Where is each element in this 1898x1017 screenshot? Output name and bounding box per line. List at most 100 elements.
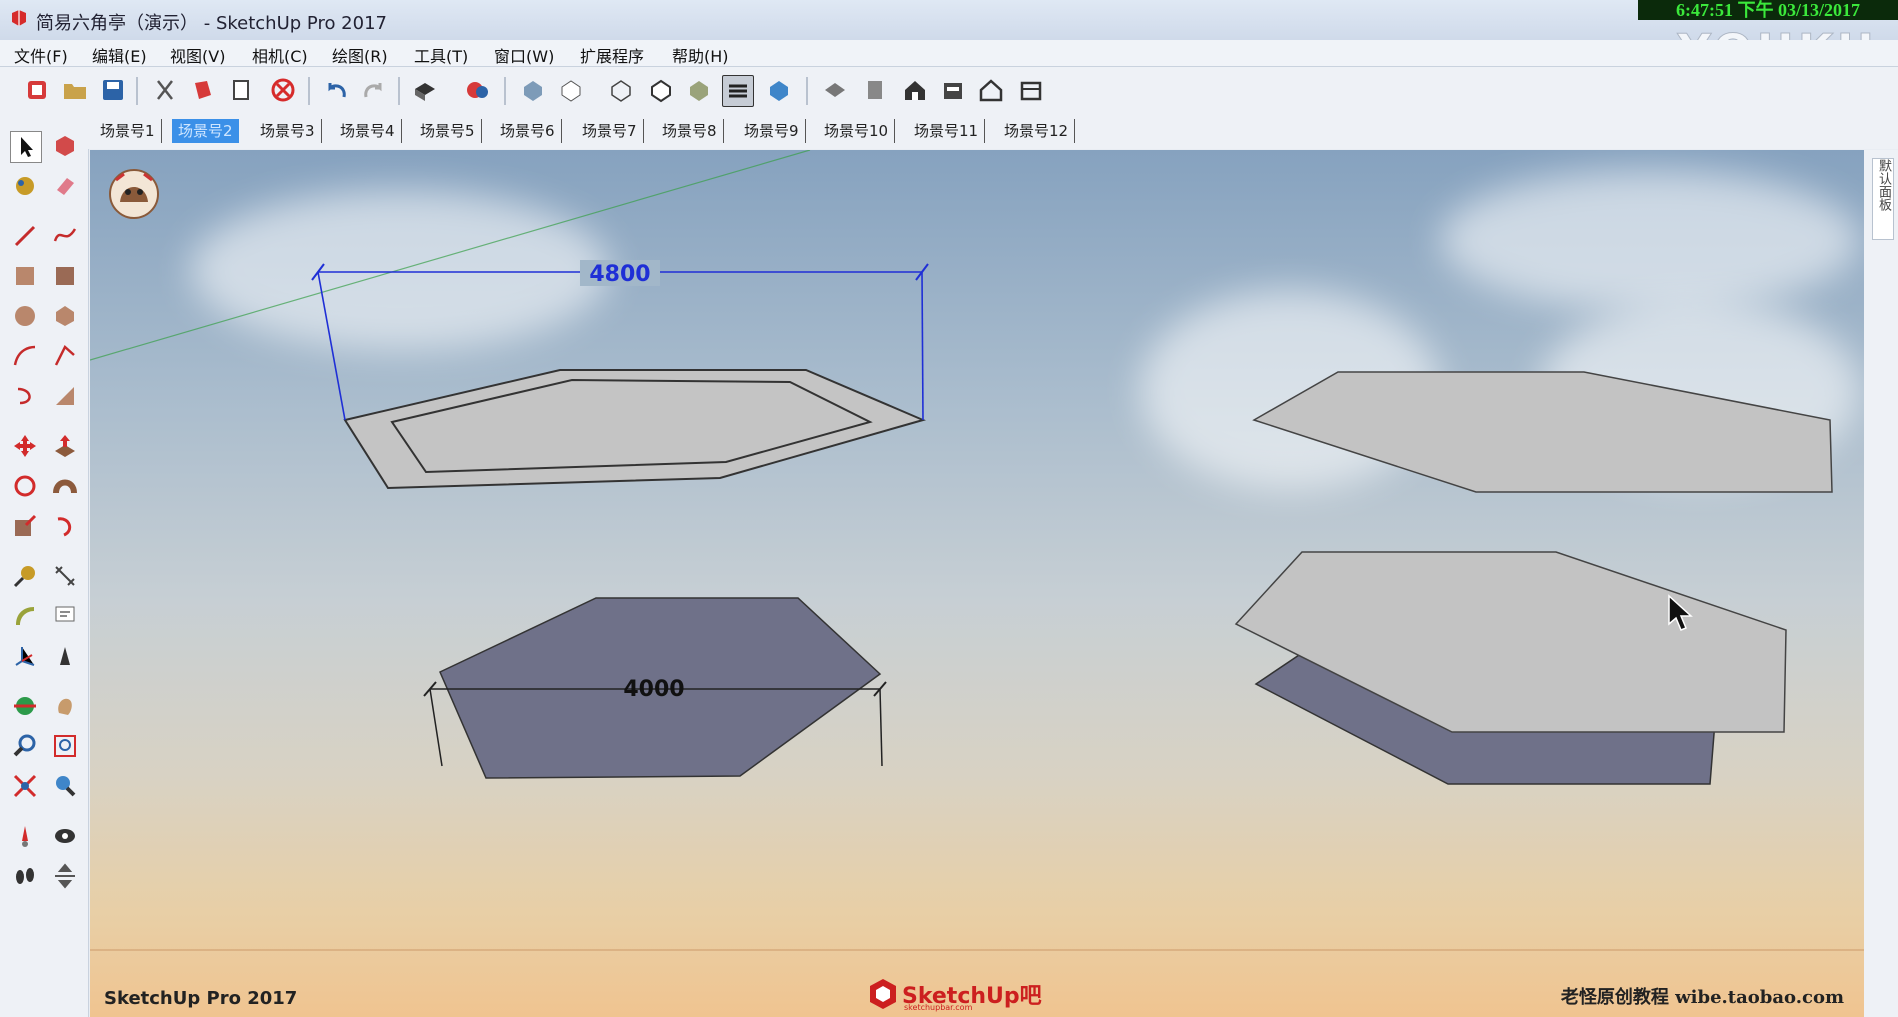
- hexagon-slab-right-top: [1252, 371, 1833, 493]
- position-camera-icon[interactable]: [10, 821, 40, 851]
- right-view-icon[interactable]: [938, 75, 968, 105]
- new-file-icon[interactable]: [22, 75, 52, 105]
- menu-help[interactable]: 帮助(H): [672, 43, 729, 67]
- select-tool-icon[interactable]: [10, 131, 42, 163]
- walk-tool-icon[interactable]: [10, 861, 40, 891]
- hexagon-slab-upper-left: [343, 369, 926, 490]
- pan-tool-icon[interactable]: [50, 691, 80, 721]
- mouse-cursor-icon: [1668, 594, 1693, 631]
- freehand-icon[interactable]: [50, 221, 80, 251]
- print-icon[interactable]: [410, 75, 440, 105]
- tab-scene-3[interactable]: 场景号3: [254, 119, 322, 143]
- model-geometry: 4800 4000: [90, 150, 1864, 951]
- back-view-icon[interactable]: [976, 75, 1006, 105]
- cut-icon[interactable]: [150, 75, 180, 105]
- copy-icon[interactable]: [188, 75, 218, 105]
- tab-scene-9[interactable]: 场景号9: [738, 119, 806, 143]
- xray-icon[interactable]: [518, 75, 548, 105]
- footer-tutorial-credit: 老怪原创教程 wibe.taobao.com: [1560, 987, 1844, 1008]
- polygon-tool-icon[interactable]: [50, 301, 80, 331]
- open-folder-icon[interactable]: [60, 75, 90, 105]
- shaded-textures-icon[interactable]: [722, 75, 754, 107]
- redo-icon[interactable]: [358, 75, 388, 105]
- protractor-icon[interactable]: [10, 601, 40, 631]
- model-info-icon[interactable]: [462, 75, 492, 105]
- previous-view-icon[interactable]: [50, 771, 80, 801]
- rotated-rectangle-icon[interactable]: [50, 261, 80, 291]
- zoom-tool-icon[interactable]: [10, 731, 40, 761]
- menu-window[interactable]: 窗口(W): [494, 43, 554, 67]
- scale-tool-icon[interactable]: [10, 511, 40, 541]
- text-tool-icon[interactable]: [50, 601, 80, 631]
- hidden-line-icon[interactable]: [646, 75, 676, 105]
- default-tray-tab[interactable]: 默认面板: [1872, 158, 1894, 240]
- rotate-tool-icon[interactable]: [10, 471, 40, 501]
- top-view-icon[interactable]: [860, 75, 890, 105]
- menu-view[interactable]: 视图(V): [170, 43, 225, 67]
- axes-tool-icon[interactable]: [10, 641, 40, 671]
- rectangle-tool-icon[interactable]: [10, 261, 40, 291]
- line-tool-icon[interactable]: [10, 221, 40, 251]
- erase-icon[interactable]: [268, 75, 298, 105]
- window-title: 简易六角亭（演示） - SketchUp Pro 2017: [36, 13, 387, 34]
- menu-camera[interactable]: 相机(C): [252, 43, 308, 67]
- pie-tool-icon[interactable]: [50, 381, 80, 411]
- menu-draw[interactable]: 绘图(R): [332, 43, 388, 67]
- orbit-tool-icon[interactable]: [10, 691, 40, 721]
- dimension-extension-right-bottom: [879, 688, 883, 767]
- monochrome-icon[interactable]: [764, 75, 794, 105]
- zoom-window-icon[interactable]: [50, 731, 80, 761]
- menu-bar: 文件(F) 编辑(E) 视图(V) 相机(C) 绘图(R) 工具(T) 窗口(W…: [0, 40, 1898, 67]
- tab-scene-8[interactable]: 场景号8: [656, 119, 724, 143]
- front-view-icon[interactable]: [900, 75, 930, 105]
- tab-scene-2[interactable]: 场景号2: [172, 119, 239, 143]
- zoom-extents-icon[interactable]: [10, 771, 40, 801]
- push-pull-icon[interactable]: [50, 431, 80, 461]
- three-point-arc-icon[interactable]: [10, 381, 40, 411]
- dimension-tool-icon[interactable]: [50, 561, 80, 591]
- tab-scene-10[interactable]: 场景号10: [818, 119, 896, 143]
- clock-overlay: 6:47:51 下午 03/13/2017: [1638, 0, 1898, 20]
- tab-scene-7[interactable]: 场景号7: [576, 119, 644, 143]
- menu-extensions[interactable]: 扩展程序: [580, 43, 644, 67]
- toolbar-separator: [398, 77, 400, 105]
- tool-palette: [0, 113, 89, 1017]
- eraser-icon[interactable]: [50, 171, 80, 201]
- wireframe-icon[interactable]: [606, 75, 636, 105]
- tab-scene-4[interactable]: 场景号4: [334, 119, 402, 143]
- section-plane-icon[interactable]: [50, 861, 80, 891]
- main-toolbar: [0, 67, 1898, 114]
- tab-scene-6[interactable]: 场景号6: [494, 119, 562, 143]
- follow-me-icon[interactable]: [50, 471, 80, 501]
- tape-measure-icon[interactable]: [10, 561, 40, 591]
- tab-scene-11[interactable]: 场景号11: [908, 119, 986, 143]
- tab-scene-12[interactable]: 场景号12: [998, 119, 1076, 143]
- modeling-viewport[interactable]: 4800 4000 SketchUp Pro 2017 SketchUp吧 sk…: [90, 150, 1864, 1017]
- circle-tool-icon[interactable]: [10, 301, 40, 331]
- footer-product-name: SketchUp Pro 2017: [104, 988, 298, 1009]
- left-view-icon[interactable]: [1016, 75, 1046, 105]
- dimension-label-bottom: 4000: [623, 677, 684, 702]
- shaded-icon[interactable]: [684, 75, 714, 105]
- menu-file[interactable]: 文件(F): [14, 43, 68, 67]
- menu-tools[interactable]: 工具(T): [414, 43, 468, 67]
- make-component-icon[interactable]: [50, 131, 80, 161]
- arc-tool-icon[interactable]: [10, 341, 40, 371]
- back-edges-icon[interactable]: [556, 75, 586, 105]
- offset-tool-icon[interactable]: [50, 511, 80, 541]
- menu-edit[interactable]: 编辑(E): [92, 43, 147, 67]
- iso-view-icon[interactable]: [820, 75, 850, 105]
- save-icon[interactable]: [98, 75, 128, 105]
- tab-scene-1[interactable]: 场景号1: [94, 119, 162, 143]
- paste-icon[interactable]: [226, 75, 256, 105]
- undo-icon[interactable]: [322, 75, 352, 105]
- look-around-icon[interactable]: [50, 821, 80, 851]
- paint-bucket-icon[interactable]: [10, 171, 40, 201]
- 3d-text-icon[interactable]: [50, 641, 80, 671]
- tab-scene-5[interactable]: 场景号5: [414, 119, 482, 143]
- move-tool-icon[interactable]: [10, 431, 40, 461]
- green-axis-line: [90, 150, 811, 361]
- sketchup-logo-icon: [12, 10, 26, 26]
- two-point-arc-icon[interactable]: [50, 341, 80, 371]
- sketchupbar-brand: SketchUp吧 sketchupbar.com: [866, 977, 1042, 1012]
